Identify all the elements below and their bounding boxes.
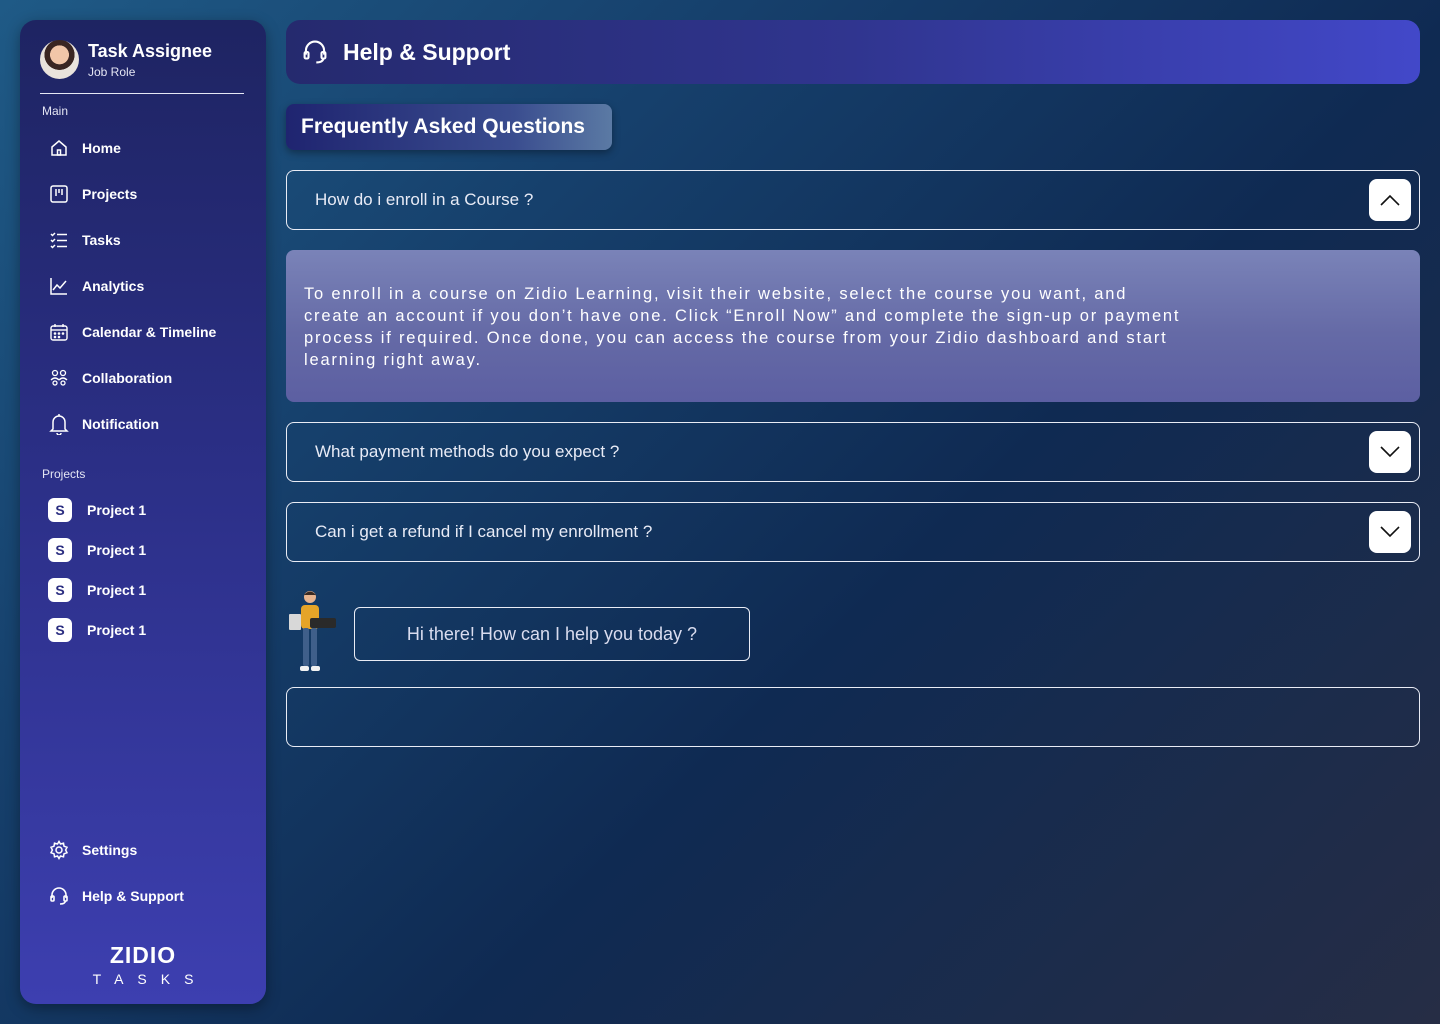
section-label-projects: Projects: [42, 467, 86, 481]
sidebar-item-projects[interactable]: Projects: [48, 179, 248, 209]
collapse-button[interactable]: [1369, 179, 1411, 221]
project-logo-icon: S: [48, 538, 72, 562]
section-label-main: Main: [42, 104, 69, 118]
zidio-logo: ZIDIO TASKS: [20, 942, 266, 987]
kanban-icon: [48, 183, 70, 205]
expand-button[interactable]: [1369, 511, 1411, 553]
logo-subtitle: TASKS: [92, 971, 208, 987]
chart-line-icon: [48, 275, 70, 297]
project-label: Project 1: [87, 622, 147, 638]
people-icon: [48, 367, 70, 389]
sidebar-item-label: Collaboration: [82, 370, 173, 386]
sidebar: Task Assignee Job Role Main Home Project…: [20, 20, 266, 1004]
sidebar-item-label: Home: [82, 140, 121, 156]
gear-icon: [48, 839, 70, 861]
profile-name: Task Assignee: [88, 41, 213, 61]
chevron-down-icon: [1380, 526, 1400, 538]
sidebar-item-label: Help & Support: [82, 888, 184, 904]
sidebar-item-label: Settings: [82, 842, 138, 858]
assistant-greeting-bubble: Hi there! How can I help you today ?: [354, 607, 750, 661]
project-logo-icon: S: [48, 578, 72, 602]
expand-button[interactable]: [1369, 431, 1411, 473]
faq-item[interactable]: How do i enroll in a Course ?: [286, 170, 1420, 230]
sidebar-item-label: Analytics: [82, 278, 145, 294]
profile-role: Job Role: [88, 65, 136, 79]
faq-item[interactable]: What payment methods do you expect ?: [286, 422, 1420, 482]
sidebar-item-calendar[interactable]: Calendar & Timeline: [48, 317, 248, 347]
user-profile[interactable]: Task Assignee Job Role: [40, 40, 244, 94]
sidebar-project-item[interactable]: S Project 1: [48, 575, 228, 605]
sidebar-item-analytics[interactable]: Analytics: [48, 271, 248, 301]
chevron-down-icon: [1380, 446, 1400, 458]
sidebar-item-label: Tasks: [82, 232, 121, 248]
logo-wordmark: ZIDIO: [109, 942, 177, 968]
assistant-avatar-illustration: [286, 588, 340, 674]
faq-item[interactable]: Can i get a refund if I cancel my enroll…: [286, 502, 1420, 562]
project-label: Project 1: [87, 542, 147, 558]
sidebar-item-notification[interactable]: Notification: [48, 409, 248, 439]
sidebar-project-item[interactable]: S Project 1: [48, 495, 228, 525]
faq-answer: To enroll in a course on Zidio Learning,…: [286, 250, 1420, 402]
page-title: Help & Support: [343, 38, 511, 65]
chat-input[interactable]: [286, 687, 1420, 747]
home-icon: [48, 137, 70, 159]
sidebar-item-collaboration[interactable]: Collaboration: [48, 363, 248, 393]
avatar: [40, 40, 79, 79]
sidebar-item-tasks[interactable]: Tasks: [48, 225, 248, 255]
sidebar-item-label: Calendar & Timeline: [82, 324, 217, 340]
sidebar-item-label: Notification: [82, 416, 159, 432]
bell-icon: [48, 413, 70, 435]
sidebar-project-item[interactable]: S Project 1: [48, 615, 228, 645]
headset-icon: [301, 38, 329, 66]
faq-question: How do i enroll in a Course ?: [315, 190, 534, 209]
project-label: Project 1: [87, 502, 147, 518]
faq-question: Can i get a refund if I cancel my enroll…: [315, 522, 653, 541]
faq-answer-text: To enroll in a course on Zidio Learning,…: [304, 285, 1181, 369]
sidebar-item-settings[interactable]: Settings: [48, 835, 248, 865]
sidebar-item-label: Projects: [82, 186, 138, 202]
page-header: Help & Support: [286, 20, 1420, 84]
project-logo-icon: S: [48, 618, 72, 642]
checklist-icon: [48, 229, 70, 251]
sidebar-item-help-support[interactable]: Help & Support: [48, 881, 248, 911]
project-logo-icon: S: [48, 498, 72, 522]
sidebar-item-home[interactable]: Home: [48, 133, 248, 163]
chevron-up-icon: [1380, 194, 1400, 206]
project-label: Project 1: [87, 582, 147, 598]
sidebar-project-item[interactable]: S Project 1: [48, 535, 228, 565]
faq-question: What payment methods do you expect ?: [315, 442, 620, 461]
calendar-icon: [48, 321, 70, 343]
headset-icon: [48, 885, 70, 907]
faq-title: Frequently Asked Questions: [286, 104, 612, 150]
